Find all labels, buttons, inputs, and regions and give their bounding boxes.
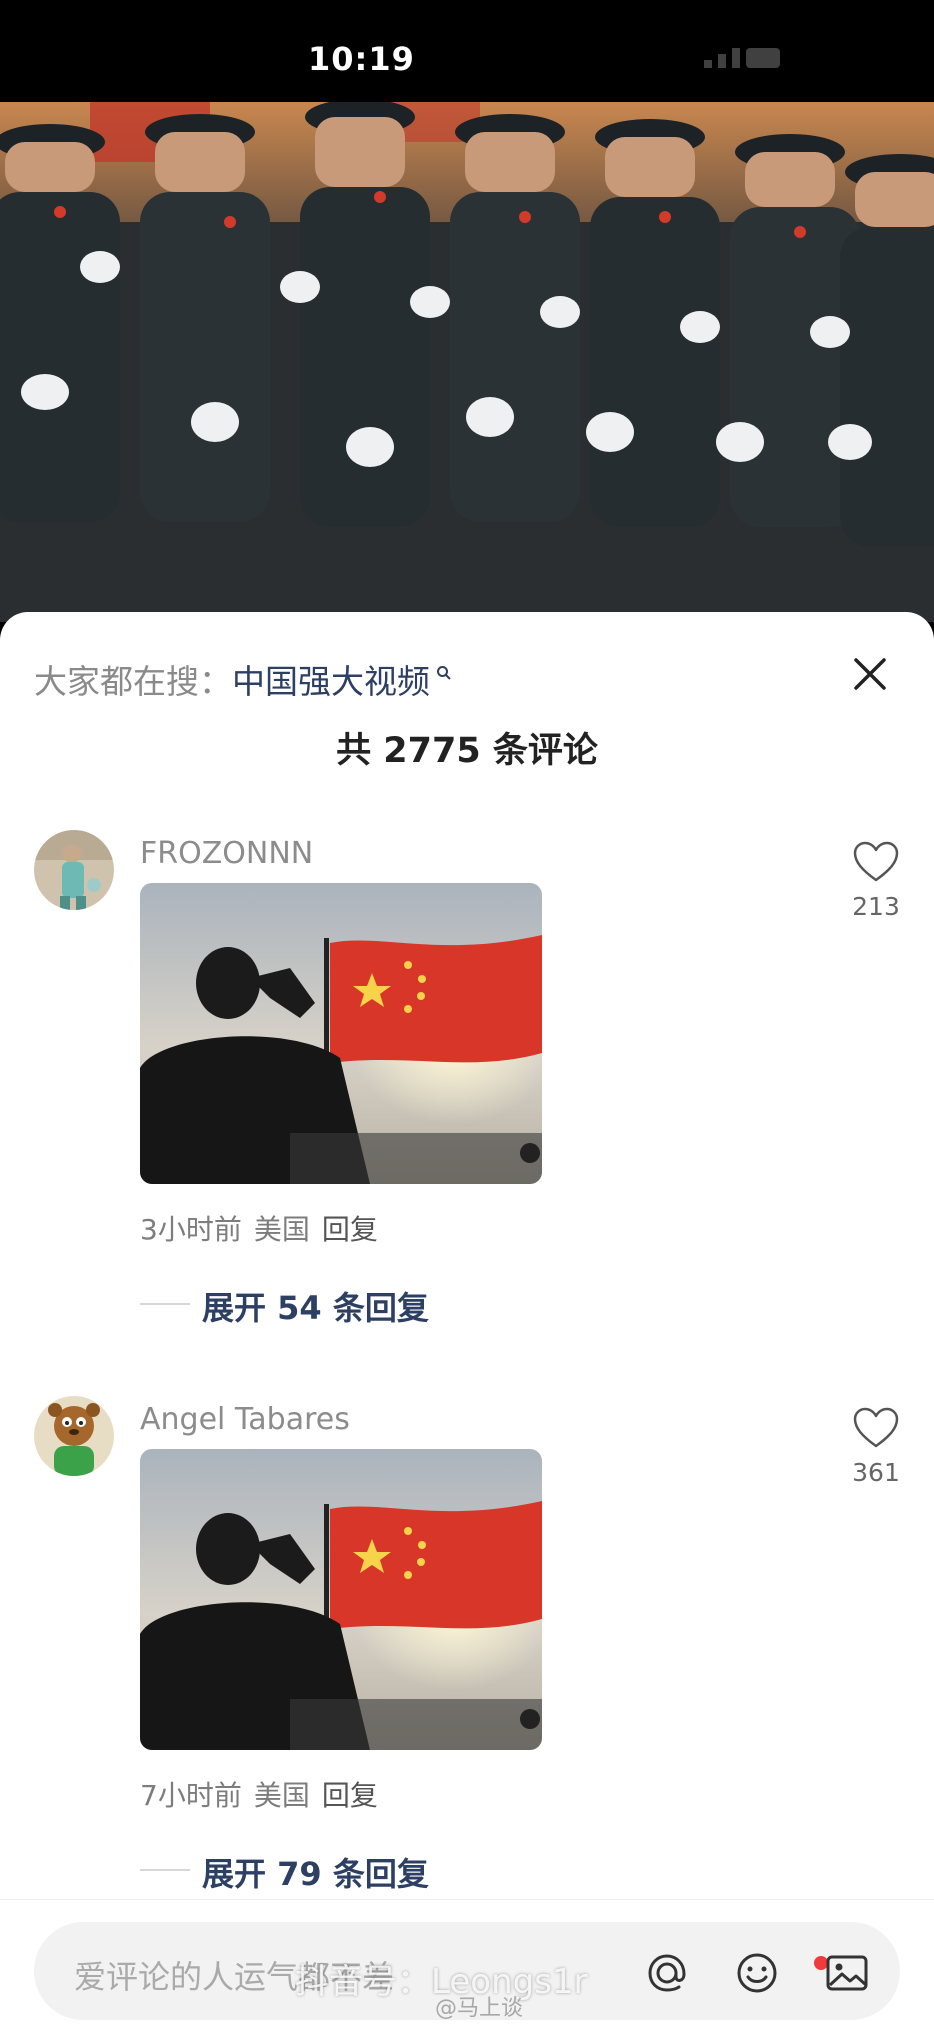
expand-replies-label: 展开 54 条回复 [202, 1289, 429, 1327]
username[interactable]: FROZONNN [140, 836, 313, 871]
watermark-handle: @马上谈 [435, 1996, 524, 2021]
expand-replies-label: 展开 79 条回复 [202, 1855, 429, 1893]
comment-time: 3小时前 [140, 1213, 242, 1246]
reply-button[interactable]: 回复 [322, 1213, 378, 1246]
username[interactable]: Angel Tabares [140, 1402, 350, 1437]
video-player[interactable] [0, 102, 934, 622]
flag-salute-image[interactable] [140, 883, 542, 1184]
flag-salute-image[interactable] [140, 1449, 542, 1750]
search-keyword[interactable]: 中国强大视频 [232, 662, 430, 701]
like-count: 213 [852, 892, 900, 921]
avatar[interactable] [34, 1396, 114, 1476]
heart-icon [853, 841, 899, 882]
comment-location: 美国 [253, 1213, 310, 1246]
avatar[interactable] [34, 830, 114, 910]
search-icon [430, 665, 452, 686]
search-hint-prefix: 大家都在搜： [34, 662, 232, 701]
comment-time: 7小时前 [140, 1779, 242, 1812]
divider-line [140, 1869, 190, 1871]
comment-meta: 3小时前 美国 回复 [140, 1208, 390, 1248]
like-button[interactable]: 361 [846, 1406, 906, 1487]
soldiers-marching-image [0, 102, 934, 622]
at-icon[interactable] [642, 1948, 692, 1998]
reply-button[interactable]: 回复 [322, 1779, 378, 1812]
divider-line [140, 1303, 190, 1305]
like-button[interactable]: 213 [846, 840, 906, 921]
status-icons [704, 48, 874, 74]
image-icon[interactable] [822, 1948, 872, 1998]
status-bar: 10:19 [0, 0, 934, 102]
search-suggestion[interactable]: 大家都在搜：中国强大视频 [34, 655, 452, 703]
comment-location: 美国 [253, 1779, 310, 1812]
like-count: 361 [852, 1458, 900, 1487]
status-time: 10:19 [308, 40, 415, 78]
heart-icon [853, 1407, 899, 1448]
emoji-icon[interactable] [732, 1948, 782, 1998]
comment-sheet: 大家都在搜：中国强大视频 共 2775 条评论 FROZONNN 3小时前 美国… [0, 612, 934, 2029]
comment-meta: 7小时前 美国 回复 [140, 1774, 390, 1814]
comment-count: 共 2775 条评论 [336, 731, 598, 771]
close-icon[interactable] [846, 650, 894, 698]
